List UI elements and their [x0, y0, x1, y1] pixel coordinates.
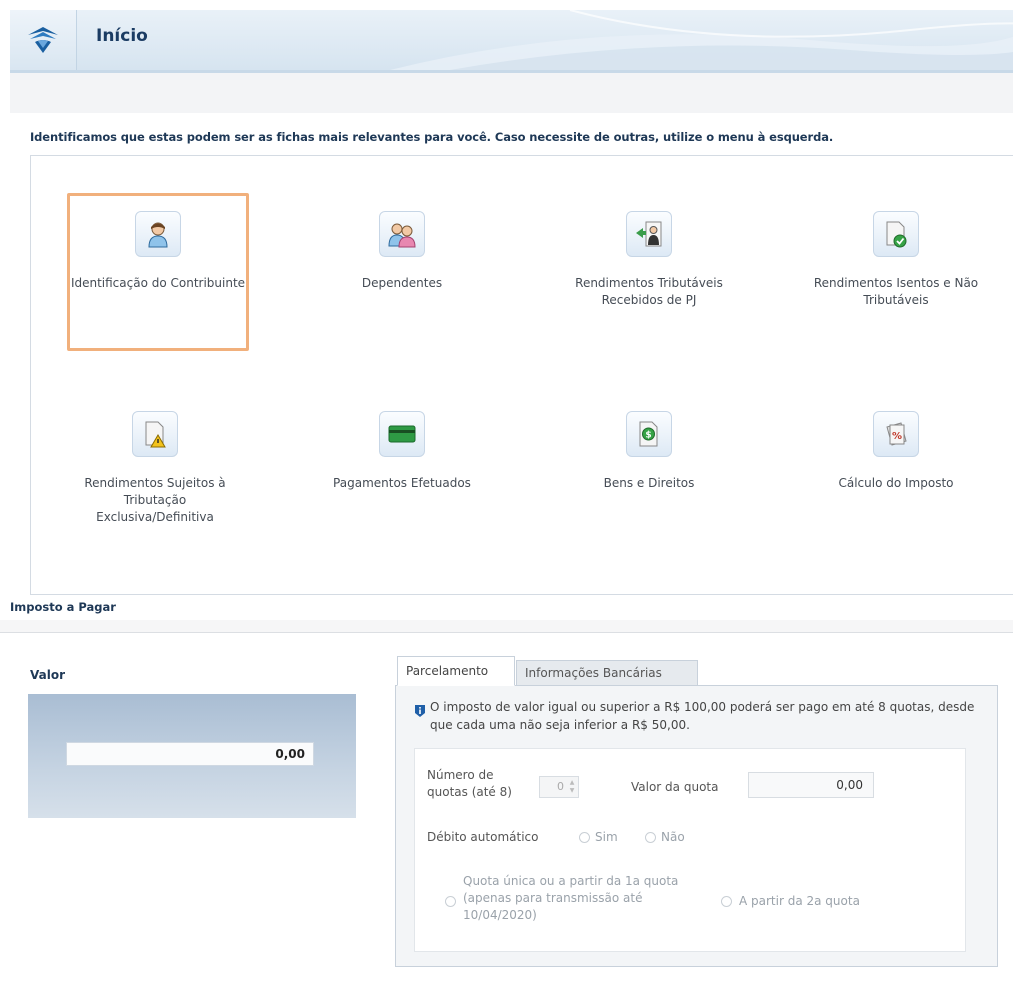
- card-rendimentos-isentos[interactable]: Rendimentos Isentos e Não Tributáveis: [808, 211, 984, 309]
- tab-informacoes-bancarias[interactable]: Informações Bancárias: [516, 660, 698, 686]
- info-icon: [415, 705, 425, 717]
- tab-parcelamento[interactable]: Parcelamento: [397, 656, 515, 686]
- num-quotas-value: 0: [557, 780, 564, 793]
- forms-panel: Identificação do Contribuinte Dependente…: [30, 155, 1013, 595]
- card-label: Identificação do Contribuinte: [70, 276, 246, 290]
- card-rendimentos-exclusiva[interactable]: Rendimentos Sujeitos à Tributação Exclus…: [67, 411, 243, 526]
- income-pj-icon: [626, 211, 672, 257]
- valor-quota-label: Valor da quota: [631, 780, 719, 794]
- quota-unica-label: Quota única ou a partir da 1a quota (ape…: [463, 874, 679, 922]
- valor-quota-field[interactable]: 0,00: [748, 772, 874, 798]
- card-pagamentos-efetuados[interactable]: Pagamentos Efetuados: [314, 411, 490, 492]
- stepper-arrows-icon[interactable]: ▲ ▼: [567, 779, 577, 795]
- card-label: Rendimentos Tributáveis Recebidos de PJ: [575, 276, 723, 307]
- valor-panel: 0,00: [28, 694, 356, 818]
- num-quotas-label: Número de quotas (até 8): [427, 768, 512, 799]
- card-identificacao-contribuinte[interactable]: Identificação do Contribuinte: [67, 193, 249, 351]
- parcelamento-info-text: O imposto de valor igual ou superior a R…: [430, 700, 975, 732]
- relevant-forms-notice: Identificamos que estas podem ser as fic…: [30, 130, 834, 144]
- svg-text:$: $: [645, 431, 651, 441]
- parcelamento-panel: O imposto de valor igual ou superior a R…: [395, 685, 998, 967]
- card-label: Rendimentos Sujeitos à Tributação Exclus…: [84, 476, 226, 524]
- app-header: Início: [10, 10, 1013, 73]
- card-calculo-imposto[interactable]: % Cálculo do Imposto: [808, 411, 984, 492]
- debito-sim-radio[interactable]: [579, 832, 590, 843]
- card-rendimentos-tributaveis-pj[interactable]: Rendimentos Tributáveis Recebidos de PJ: [561, 211, 737, 309]
- person-icon: [135, 211, 181, 257]
- debito-nao-label: Não: [661, 830, 685, 844]
- card-label: Dependentes: [361, 276, 443, 290]
- svg-text:%: %: [892, 431, 902, 442]
- payments-icon: [379, 411, 425, 457]
- dependents-icon: [379, 211, 425, 257]
- card-dependentes[interactable]: Dependentes: [314, 211, 490, 292]
- valor-label: Valor: [30, 668, 66, 682]
- header-decoration: [390, 10, 1013, 70]
- debito-nao-radio[interactable]: [645, 832, 656, 843]
- exclusive-tax-icon: [132, 411, 178, 457]
- quota-unica-radio[interactable]: [445, 896, 456, 907]
- a-partir-2a-label: A partir da 2a quota: [739, 894, 860, 908]
- tax-calc-icon: %: [873, 411, 919, 457]
- card-bens-direitos[interactable]: $ Bens e Direitos: [561, 411, 737, 492]
- card-label: Bens e Direitos: [603, 476, 695, 490]
- debito-sim-label: Sim: [595, 830, 618, 844]
- toolbar-strip: [10, 73, 1013, 113]
- num-quotas-stepper[interactable]: 0 ▲ ▼: [539, 776, 579, 798]
- card-label: Cálculo do Imposto: [838, 476, 954, 490]
- a-partir-2a-radio[interactable]: [721, 896, 732, 907]
- debito-automatico-label: Débito automático: [427, 830, 539, 844]
- valor-field[interactable]: 0,00: [66, 742, 314, 766]
- receita-federal-logo-icon: [10, 10, 77, 70]
- exempt-income-icon: [873, 211, 919, 257]
- assets-icon: $: [626, 411, 672, 457]
- page-title: Início: [96, 26, 148, 46]
- parcelamento-form: Número de quotas (até 8) 0 ▲ ▼ Valor da q…: [414, 748, 966, 952]
- section-title-imposto: Imposto a Pagar: [10, 600, 116, 614]
- card-label: Rendimentos Isentos e Não Tributáveis: [813, 276, 979, 307]
- section-divider: [0, 620, 1013, 633]
- card-label: Pagamentos Efetuados: [333, 476, 471, 490]
